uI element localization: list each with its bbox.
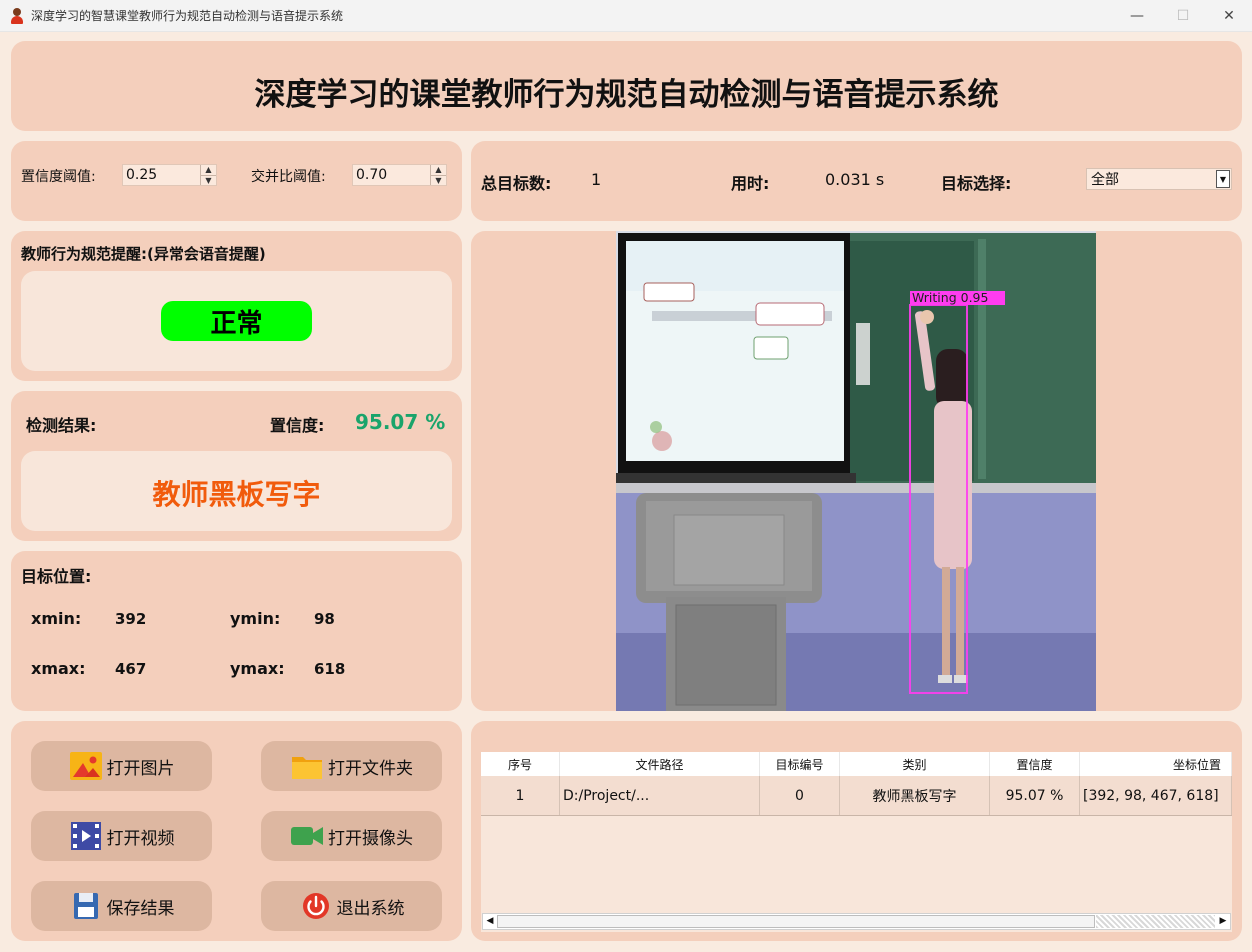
open-video-button[interactable]: 打开视频 — [31, 811, 212, 861]
maximize-button[interactable]: ☐ — [1160, 0, 1206, 32]
total-targets-label: 总目标数: — [481, 174, 552, 193]
open-video-label: 打开视频 — [106, 828, 175, 849]
spin-up-icon[interactable]: ▲ — [201, 165, 216, 175]
power-icon — [299, 891, 333, 921]
total-targets-value: 1 — [591, 170, 602, 189]
reminder-panel: 教师行为规范提醒:(异常会语音提醒) 正常 — [11, 231, 462, 381]
target-select-dropdown[interactable]: 全部 ▼ — [1086, 168, 1232, 190]
chevron-down-icon[interactable]: ▼ — [1216, 170, 1230, 188]
confidence-value: 95.07 % — [355, 410, 446, 434]
table-header-cell[interactable]: 文件路径 — [560, 752, 760, 776]
result-box: 教师黑板写字 — [21, 451, 452, 531]
detection-label: Writing 0.95 — [912, 290, 988, 305]
reminder-label: 教师行为规范提醒:(异常会语音提醒) — [21, 245, 266, 263]
save-icon — [69, 891, 103, 921]
table-header-cell[interactable]: 目标编号 — [760, 752, 840, 776]
spin-down-icon[interactable]: ▼ — [201, 175, 216, 186]
ymax-value: 618 — [314, 660, 346, 678]
xmin-label: xmin: — [31, 609, 82, 628]
result-label: 检测结果: — [26, 416, 97, 435]
camera-icon — [290, 821, 324, 851]
table-header-cell[interactable]: 类别 — [840, 752, 990, 776]
open-camera-label: 打开摄像头 — [328, 828, 413, 849]
iou-threshold-spinbox[interactable]: 0.70 ▲ ▼ — [352, 164, 447, 186]
close-button[interactable]: ✕ — [1206, 0, 1252, 32]
table-cell: 0 — [760, 776, 840, 815]
target-select-value: 全部 — [1091, 172, 1119, 188]
window-title: 深度学习的智慧课堂教师行为规范自动检测与语音提示系统 — [31, 9, 344, 23]
time-value: 0.031 s — [825, 170, 885, 189]
spin-down-icon[interactable]: ▼ — [431, 175, 446, 186]
folder-icon — [290, 751, 324, 781]
position-label: 目标位置: — [21, 567, 92, 586]
status-badge: 正常 — [161, 301, 312, 341]
exit-system-label: 退出系统 — [336, 898, 405, 919]
result-class-value: 教师黑板写字 — [152, 478, 321, 511]
xmax-label: xmax: — [31, 659, 86, 678]
iou-threshold-value: 0.70 — [356, 167, 388, 183]
ymin-value: 98 — [314, 610, 335, 628]
time-label: 用时: — [731, 174, 770, 193]
detection-image: Writing 0.95 — [616, 231, 1096, 711]
position-panel: 目标位置: xmin: 392 ymin: 98 xmax: 467 ymax:… — [11, 551, 462, 711]
result-panel: 检测结果: 置信度: 95.07 % 教师黑板写字 — [11, 391, 462, 541]
conf-threshold-value: 0.25 — [126, 167, 158, 183]
params-panel: 置信度阈值: 0.25 ▲ ▼ 交并比阈值: 0.70 ▲ ▼ — [11, 141, 462, 221]
header-panel: 深度学习的课堂教师行为规范自动检测与语音提示系统 — [11, 41, 1242, 131]
table-cell: D:/Project/... — [560, 776, 760, 815]
scroll-right-icon[interactable]: ▶ — [1216, 914, 1230, 929]
classroom-scene: Writing 0.95 — [616, 231, 1096, 711]
open-folder-button[interactable]: 打开文件夹 — [261, 741, 442, 791]
conf-threshold-spinbox[interactable]: 0.25 ▲ ▼ — [122, 164, 217, 186]
scrollbar-track[interactable] — [1096, 915, 1215, 928]
stats-panel: 总目标数: 1 用时: 0.031 s 目标选择: 全部 ▼ — [471, 141, 1242, 221]
table-cell: 教师黑板写字 — [840, 776, 990, 815]
ymin-label: ymin: — [230, 609, 281, 628]
save-results-label: 保存结果 — [106, 898, 175, 919]
results-table: 序号 文件路径 目标编号 类别 置信度 坐标位置 1 D:/Project/..… — [481, 752, 1232, 816]
table-header-cell[interactable]: 序号 — [481, 752, 560, 776]
window-titlebar: 深度学习的智慧课堂教师行为规范自动检测与语音提示系统 — ☐ ✕ — [0, 0, 1252, 32]
xmin-value: 392 — [115, 610, 147, 628]
target-select-label: 目标选择: — [941, 174, 1012, 193]
ymax-label: ymax: — [230, 659, 285, 678]
table-row[interactable]: 1 D:/Project/... 0 教师黑板写字 95.07 % [392, … — [481, 776, 1232, 816]
open-image-label: 打开图片 — [106, 758, 175, 779]
iou-threshold-label: 交并比阈值: — [251, 169, 326, 185]
table-cell: 1 — [481, 776, 560, 815]
horizontal-scrollbar[interactable]: ◀ ▶ — [482, 913, 1231, 930]
exit-system-button[interactable]: 退出系统 — [261, 881, 442, 931]
xmax-value: 467 — [115, 660, 147, 678]
open-camera-button[interactable]: 打开摄像头 — [261, 811, 442, 861]
minimize-button[interactable]: — — [1114, 0, 1160, 32]
table-cell: [392, 98, 467, 618] — [1080, 776, 1232, 815]
confidence-label: 置信度: — [270, 416, 325, 435]
table-header: 序号 文件路径 目标编号 类别 置信度 坐标位置 — [481, 752, 1232, 776]
image-icon — [69, 751, 103, 781]
table-header-cell[interactable]: 坐标位置 — [1080, 752, 1232, 776]
video-icon — [69, 821, 103, 851]
table-cell: 95.07 % — [990, 776, 1080, 815]
open-folder-label: 打开文件夹 — [328, 758, 413, 779]
app-teacher-icon — [9, 7, 25, 24]
scrollbar-thumb[interactable] — [497, 915, 1095, 928]
reminder-box: 正常 — [21, 271, 452, 371]
save-results-button[interactable]: 保存结果 — [31, 881, 212, 931]
spin-up-icon[interactable]: ▲ — [431, 165, 446, 175]
scroll-left-icon[interactable]: ◀ — [483, 914, 497, 929]
conf-threshold-label: 置信度阈值: — [21, 169, 96, 185]
page-title: 深度学习的课堂教师行为规范自动检测与语音提示系统 — [254, 77, 999, 113]
table-header-cell[interactable]: 置信度 — [990, 752, 1080, 776]
open-image-button[interactable]: 打开图片 — [31, 741, 212, 791]
